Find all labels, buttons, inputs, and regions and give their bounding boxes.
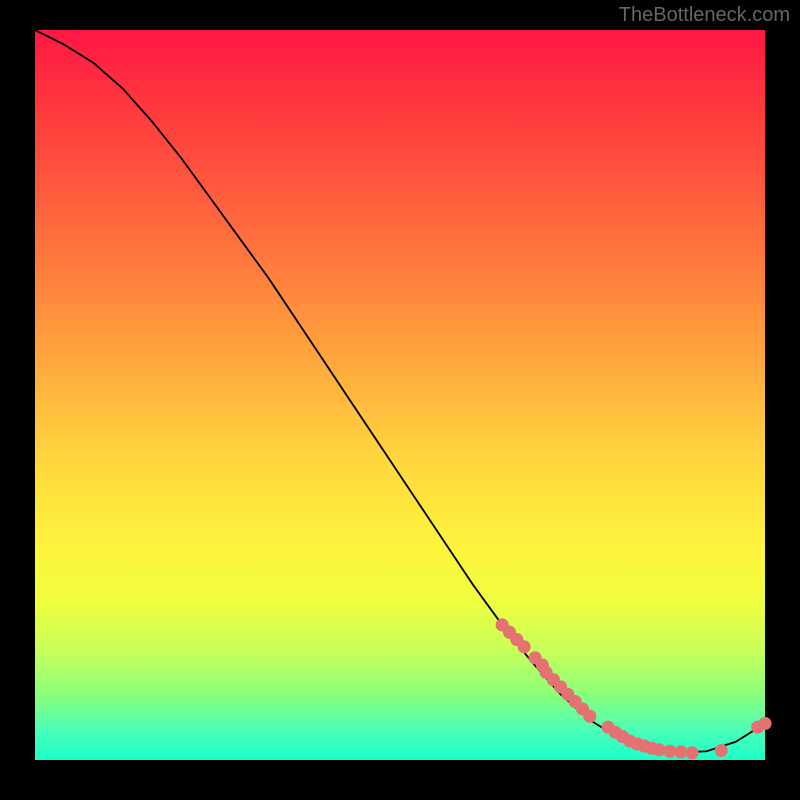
data-point — [758, 717, 771, 730]
data-point — [583, 710, 596, 723]
markers-group — [496, 618, 772, 759]
watermark-text: TheBottleneck.com — [619, 4, 790, 27]
plot-area — [35, 30, 765, 760]
chart-svg — [35, 30, 765, 760]
curve-line — [35, 30, 765, 753]
data-point — [685, 746, 698, 759]
data-point — [715, 744, 728, 757]
data-point — [518, 640, 531, 653]
